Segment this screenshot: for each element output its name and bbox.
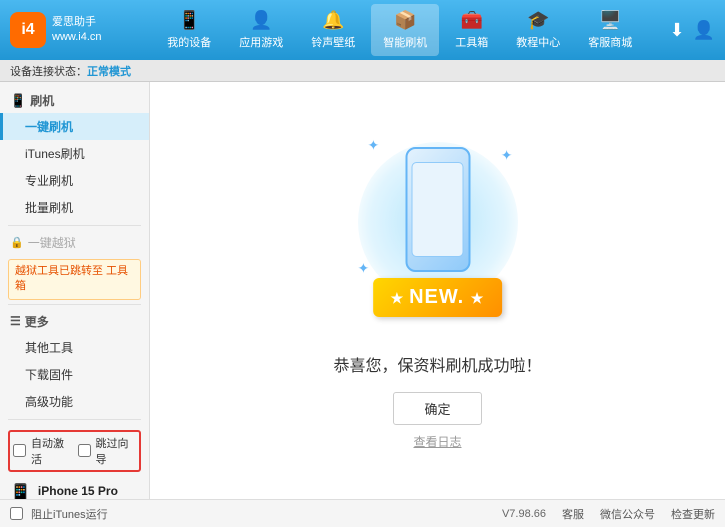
sidebar-section-flash: 📱 刷机 xyxy=(0,88,149,113)
auto-activate-input[interactable] xyxy=(13,444,26,457)
phone-illustration: ✦ ✦ ✦ NEW. xyxy=(348,132,528,332)
nav-tab-toolbox[interactable]: 🧰 工具箱 xyxy=(443,4,500,56)
sidebar-item-download-firmware[interactable]: 下载固件 xyxy=(0,361,149,388)
tutorial-icon: 🎓 xyxy=(527,10,549,31)
phone-body xyxy=(405,147,470,272)
device-icon: 📱 xyxy=(178,10,200,31)
footer-right: V7.98.66 客服 微信公众号 检查更新 xyxy=(502,506,715,522)
sidebar-divider-3 xyxy=(8,419,141,420)
skip-guide-checkbox[interactable]: 跳过向导 xyxy=(78,435,137,467)
lock-icon: 🔒 xyxy=(10,236,24,249)
new-banner: NEW. xyxy=(373,278,503,317)
auto-activate-checkbox[interactable]: 自动激活 xyxy=(13,435,72,467)
sidebar-item-other-tools[interactable]: 其他工具 xyxy=(0,334,149,361)
device-checkboxes-container: 自动激活 跳过向导 xyxy=(8,430,141,472)
content-area: ✦ ✦ ✦ NEW. 恭喜您，保资料刷机成功啦！ 确定 查看日志 xyxy=(150,82,725,499)
success-message: 恭喜您，保资料刷机成功啦！ xyxy=(333,352,541,376)
service-icon: 🖥️ xyxy=(599,10,621,31)
sidebar-section-more: ☰ 更多 xyxy=(0,309,149,334)
footer-left: 阻止iTunes运行 xyxy=(10,506,108,522)
sidebar-disabled-jailbreak: 🔒 一键越狱 xyxy=(0,230,149,255)
device-info: 📱 iPhone 15 Pro Max 512GB iPhone xyxy=(8,478,141,499)
sparkle-icon-2: ✦ xyxy=(501,147,513,164)
no-itunes-label: 阻止iTunes运行 xyxy=(31,506,108,522)
nav-tabs: 📱 我的设备 👤 应用游戏 🔔 铃声壁纸 📦 智能刷机 🧰 工具箱 🎓 教程中心… xyxy=(130,4,669,56)
logo-icon: i4 xyxy=(10,12,46,48)
user-button[interactable]: 👤 xyxy=(693,20,715,41)
sidebar-item-batch-flash[interactable]: 批量刷机 xyxy=(0,194,149,221)
sparkle-icon-3: ✦ xyxy=(358,260,370,277)
sidebar-item-itunes-flash[interactable]: iTunes刷机 xyxy=(0,140,149,167)
device-section: 自动激活 跳过向导 📱 iPhone 15 Pro Max 512GB iPho… xyxy=(0,424,149,499)
download-button[interactable]: ⬇ xyxy=(669,20,684,41)
sidebar: 📱 刷机 一键刷机 iTunes刷机 专业刷机 批量刷机 🔒 一键越狱 越狱工具… xyxy=(0,82,150,499)
sidebar-divider-2 xyxy=(8,304,141,305)
nav-tab-my-device[interactable]: 📱 我的设备 xyxy=(155,4,223,56)
footer: 阻止iTunes运行 V7.98.66 客服 微信公众号 检查更新 xyxy=(0,499,725,527)
device-phone-icon: 📱 xyxy=(8,482,33,499)
logo-area: i4 爱思助手 www.i4.cn xyxy=(10,12,130,48)
no-itunes-checkbox[interactable] xyxy=(10,507,23,520)
flash-icon: 📦 xyxy=(394,10,416,31)
sidebar-warning-box: 越狱工具已跳转至 工具箱 xyxy=(8,259,141,300)
phone-screen xyxy=(412,162,464,257)
sidebar-item-pro-flash[interactable]: 专业刷机 xyxy=(0,167,149,194)
device-details: iPhone 15 Pro Max 512GB iPhone xyxy=(38,482,141,499)
sparkle-icon-1: ✦ xyxy=(368,137,380,154)
nav-tab-ringtone[interactable]: 🔔 铃声壁纸 xyxy=(299,4,367,56)
app-icon: 👤 xyxy=(250,10,272,31)
app-header: i4 爱思助手 www.i4.cn 📱 我的设备 👤 应用游戏 🔔 铃声壁纸 📦… xyxy=(0,0,725,60)
toolbox-icon: 🧰 xyxy=(461,10,483,31)
title-bar: 设备连接状态： 正常模式 xyxy=(0,60,725,82)
skip-guide-input[interactable] xyxy=(78,444,91,457)
nav-tab-tutorial[interactable]: 🎓 教程中心 xyxy=(504,4,572,56)
device-name: iPhone 15 Pro Max xyxy=(38,482,141,499)
nav-tab-service[interactable]: 🖥️ 客服商城 xyxy=(576,4,644,56)
flash-section-icon: 📱 xyxy=(10,93,26,109)
confirm-button[interactable]: 确定 xyxy=(393,392,481,425)
main-layout: 📱 刷机 一键刷机 iTunes刷机 专业刷机 批量刷机 🔒 一键越狱 越狱工具… xyxy=(0,82,725,499)
nav-tab-smart-flash[interactable]: 📦 智能刷机 xyxy=(371,4,439,56)
logo-text: 爱思助手 www.i4.cn xyxy=(52,15,102,46)
sidebar-item-one-key-flash[interactable]: 一键刷机 xyxy=(0,113,149,140)
wechat-link[interactable]: 微信公众号 xyxy=(600,506,655,522)
more-section-icon: ☰ xyxy=(10,314,21,328)
customer-service-link[interactable]: 客服 xyxy=(562,506,584,522)
check-update-link[interactable]: 检查更新 xyxy=(671,506,715,522)
log-link[interactable]: 查看日志 xyxy=(413,433,461,450)
nav-tab-app-game[interactable]: 👤 应用游戏 xyxy=(227,4,295,56)
header-right: ⬇ 👤 xyxy=(669,20,715,41)
sidebar-divider-1 xyxy=(8,225,141,226)
ringtone-icon: 🔔 xyxy=(322,10,344,31)
version-label: V7.98.66 xyxy=(502,508,546,520)
sidebar-item-advanced[interactable]: 高级功能 xyxy=(0,388,149,415)
